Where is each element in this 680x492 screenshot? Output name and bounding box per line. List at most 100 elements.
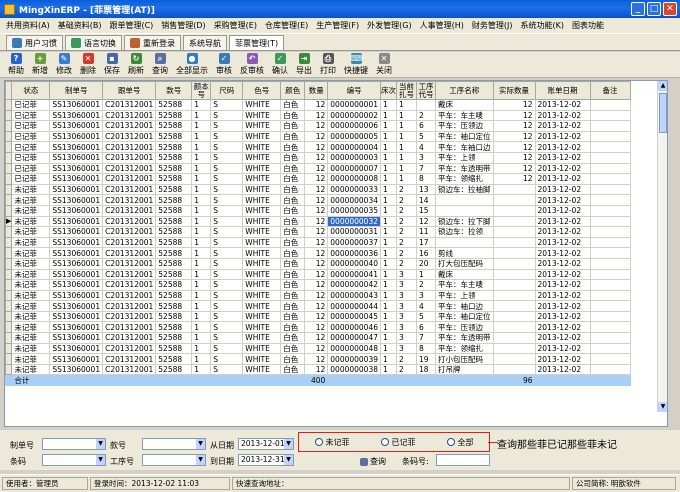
barcode-input[interactable]: ▼ — [42, 454, 106, 466]
table-cell[interactable]: C201312001 — [102, 204, 157, 217]
table-cell[interactable]: 1 — [191, 151, 212, 164]
table-cell[interactable]: S — [210, 268, 244, 281]
table-cell[interactable]: 52588 — [155, 236, 193, 249]
table-cell[interactable]: C201312001 — [102, 342, 157, 355]
table-cell[interactable]: SS13060001 — [49, 247, 104, 259]
table-cell[interactable]: S — [210, 300, 244, 312]
table-cell[interactable]: 1 — [191, 332, 212, 344]
table-cell[interactable]: S — [210, 151, 244, 164]
table-row[interactable]: 未记菲 SS13060001 C201312001 52588 1 S WHITE 白色 12 0… — [5, 268, 631, 281]
table-cell[interactable]: 平车：车袖口边 — [435, 141, 494, 153]
table-cell[interactable]: 平车：压领边 — [435, 321, 494, 334]
table-cell[interactable]: 2013-12-02 — [534, 332, 591, 344]
maximize-button[interactable]: □ — [647, 2, 661, 16]
table-cell[interactable] — [492, 332, 536, 344]
table-cell[interactable]: 52588 — [155, 194, 193, 206]
table-cell[interactable]: 2013-12-02 — [534, 289, 591, 302]
table-cell[interactable]: SS13060001 — [49, 99, 104, 111]
table-cell[interactable]: WHITE — [242, 321, 282, 334]
table-cell[interactable]: S — [210, 109, 244, 122]
table-row[interactable]: 未记菲 SS13060001 C201312001 52588 1 S WHITE 白色 12 0… — [5, 353, 631, 365]
table-cell[interactable]: 12 — [304, 310, 329, 323]
table-cell[interactable]: 1 — [191, 363, 212, 376]
menu-item[interactable]: 系统功能(K) — [516, 20, 568, 31]
table-cell[interactable]: 平车：车主唛 — [435, 279, 494, 291]
table-cell[interactable]: 1 — [191, 226, 212, 238]
table-cell[interactable]: 白色 — [280, 342, 306, 355]
refresh-button[interactable]: ↻ 刷新 — [124, 52, 148, 78]
table-cell[interactable]: 白色 — [280, 332, 306, 344]
table-cell[interactable] — [492, 183, 536, 196]
process-input[interactable]: ▼ — [142, 454, 206, 466]
table-cell[interactable]: 0000000044 — [327, 300, 381, 312]
table-cell[interactable]: S — [210, 162, 244, 175]
table-cell[interactable]: SS13060001 — [49, 257, 104, 270]
table-cell[interactable]: 12 — [304, 300, 329, 312]
table-cell[interactable] — [589, 130, 631, 143]
radio-circle-icon[interactable] — [446, 438, 455, 446]
table-cell[interactable]: 12 — [416, 215, 436, 228]
table-row[interactable]: 未记菲 SS13060001 C201312001 52588 1 S WHITE 白色 12 0… — [5, 236, 631, 249]
table-cell[interactable]: 1 — [191, 300, 212, 312]
table-cell[interactable]: 52588 — [155, 226, 193, 238]
minimize-button[interactable]: _ — [631, 2, 645, 16]
table-cell[interactable]: SS13060001 — [49, 310, 104, 323]
table-cell[interactable] — [589, 247, 631, 259]
quick-tab[interactable]: 语言切换 — [65, 35, 122, 50]
table-cell[interactable]: 52588 — [155, 300, 193, 312]
table-cell[interactable]: WHITE — [242, 109, 282, 122]
table-cell[interactable]: 白色 — [280, 109, 306, 122]
table-cell[interactable]: WHITE — [242, 332, 282, 344]
table-cell[interactable]: 1 — [191, 173, 212, 185]
table-cell[interactable]: 1 — [191, 342, 212, 355]
table-cell[interactable]: S — [210, 141, 244, 153]
menu-item[interactable]: 财务管理(J) — [468, 20, 517, 31]
style-input[interactable]: ▼ — [142, 438, 206, 450]
table-cell[interactable]: 52588 — [155, 99, 193, 111]
table-cell[interactable]: 白色 — [280, 130, 306, 143]
table-cell[interactable]: SS13060001 — [49, 194, 104, 206]
table-cell[interactable]: 平车：袖口定位 — [435, 130, 494, 143]
table-cell[interactable]: 12 — [304, 342, 329, 355]
table-cell[interactable]: C201312001 — [102, 162, 157, 175]
menu-item[interactable]: 人事管理(H) — [416, 20, 468, 31]
column-header[interactable]: 当前扎号 — [396, 81, 417, 100]
table-cell[interactable]: S — [210, 204, 244, 217]
table-cell[interactable]: 12 — [304, 332, 329, 344]
table-cell[interactable]: 平车：袖口边 — [435, 300, 494, 312]
table-cell[interactable]: SS13060001 — [49, 141, 104, 153]
shortcut-button[interactable]: ⌨ 快捷键 — [340, 52, 372, 78]
table-cell[interactable]: C201312001 — [102, 226, 157, 238]
table-cell[interactable]: 12 — [492, 162, 536, 175]
table-cell[interactable]: 2013-12-02 — [534, 342, 591, 355]
table-cell[interactable]: 52588 — [155, 183, 193, 196]
table-cell[interactable]: 0000000042 — [327, 279, 381, 291]
table-cell[interactable]: 0000000041 — [327, 268, 381, 281]
table-cell[interactable]: SS13060001 — [49, 204, 104, 217]
table-cell[interactable]: 0000000040 — [327, 257, 381, 270]
table-cell[interactable]: 1 — [380, 342, 397, 355]
table-cell[interactable]: 白色 — [280, 99, 306, 111]
table-cell[interactable]: 52588 — [155, 342, 193, 355]
table-cell[interactable] — [492, 289, 536, 302]
table-cell[interactable]: 1 — [396, 151, 417, 164]
table-cell[interactable]: 1 — [380, 289, 397, 302]
table-cell[interactable]: 白色 — [280, 236, 306, 249]
table-cell[interactable]: 0000000004 — [327, 141, 381, 153]
menu-item[interactable]: 图表功能 — [568, 20, 608, 31]
table-row[interactable]: 未记菲 SS13060001 C201312001 52588 1 S WHITE 白色 12 0… — [5, 279, 631, 291]
table-cell[interactable]: 未记菲 — [11, 353, 51, 365]
table-cell[interactable]: 白色 — [280, 183, 306, 196]
table-cell[interactable]: SS13060001 — [49, 162, 104, 175]
table-cell[interactable]: 20 — [416, 257, 436, 270]
table-cell[interactable]: 17 — [416, 236, 436, 249]
table-cell[interactable]: 52588 — [155, 151, 193, 164]
table-cell[interactable]: 0000000038 — [327, 363, 381, 376]
table-cell[interactable]: WHITE — [242, 247, 282, 259]
table-cell[interactable]: WHITE — [242, 353, 282, 365]
table-cell[interactable]: 锁边车：拉下脚 — [435, 215, 494, 228]
radio-circle-icon[interactable] — [314, 438, 323, 446]
query-button[interactable]: ⌕ 查询 — [148, 52, 172, 78]
table-cell[interactable]: 2013-12-02 — [534, 109, 591, 122]
table-cell[interactable]: 白色 — [280, 162, 306, 175]
